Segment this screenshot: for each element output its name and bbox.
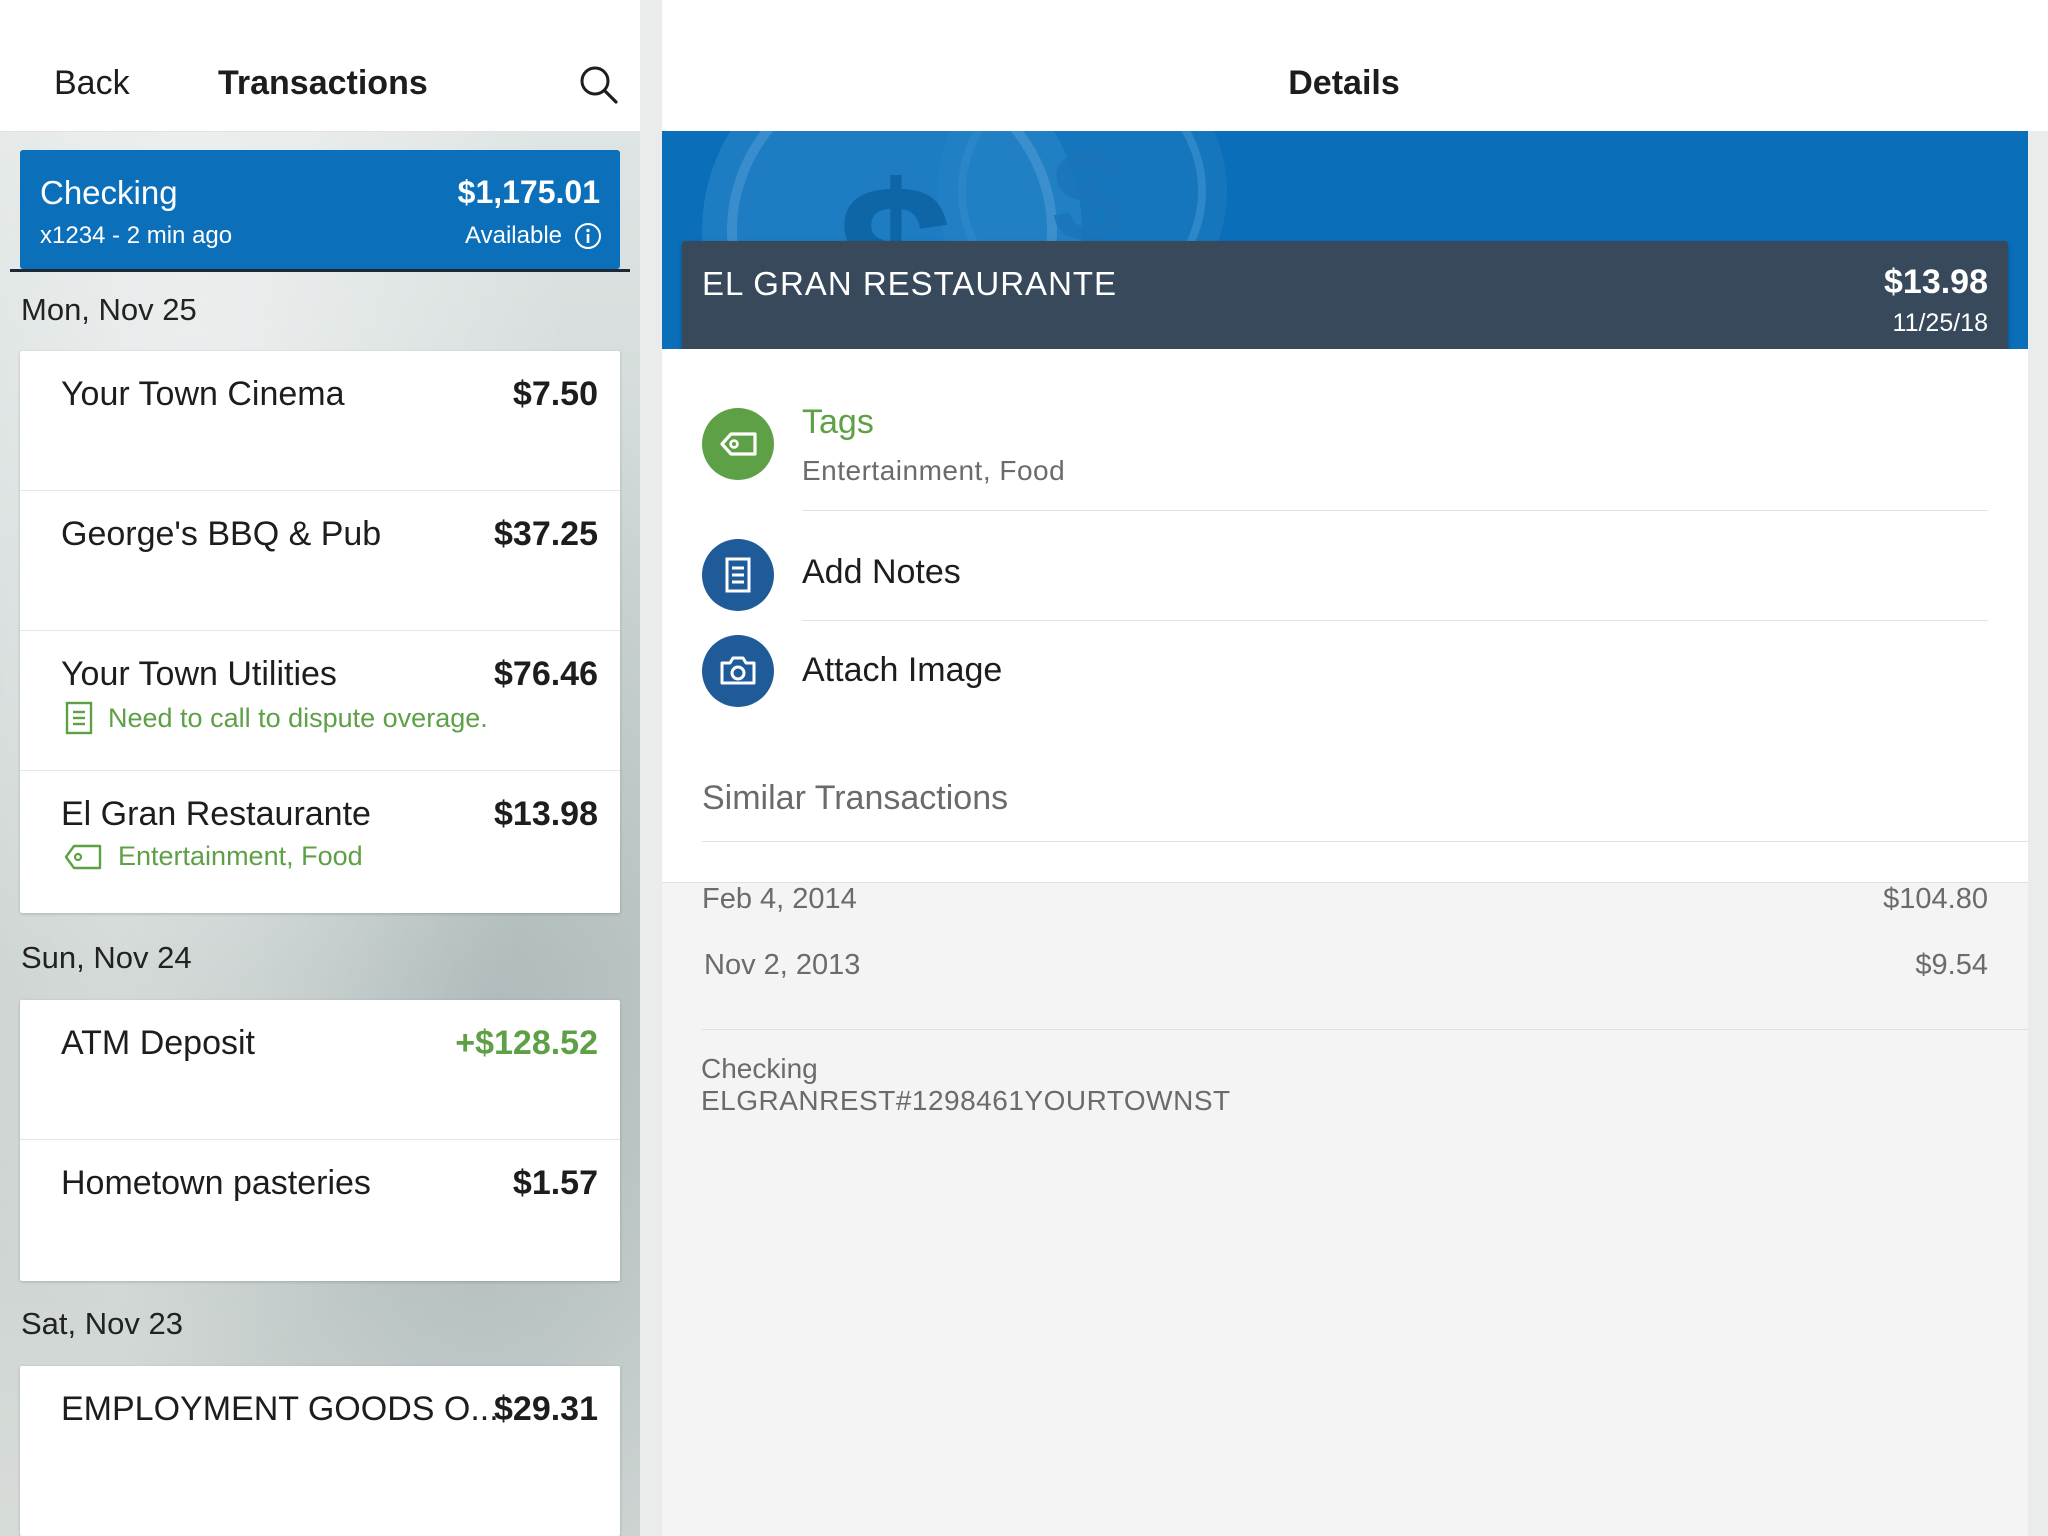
transaction-date: 11/25/18 [1892,309,1988,337]
info-icon[interactable] [574,222,602,250]
date-header: Sat, Nov 23 [21,1306,183,1341]
transaction-row[interactable]: ATM Deposit +$128.52 [20,1000,620,1140]
add-notes-label: Add Notes [802,553,961,591]
date-header: Mon, Nov 25 [21,292,197,327]
account-summary-card[interactable]: Checking $1,175.01 x1234 - 2 min ago Ava… [20,150,620,269]
add-notes-button[interactable]: Add Notes [702,529,1988,619]
transaction-group-card: EMPLOYMENT GOODS O... $29.31 [20,1366,620,1536]
account-balance: $1,175.01 [457,174,600,210]
separator [802,620,1988,621]
transaction-amount: $7.50 [512,375,598,413]
transaction-name: Your Town Cinema [61,375,345,413]
transactions-header: Back Transactions [0,0,640,132]
available-label: Available [465,222,562,249]
account-type: Checking [701,1053,818,1084]
transaction-name: El Gran Restaurante [61,795,371,833]
similar-transaction-amount: $9.54 [1915,949,1988,981]
transaction-row[interactable]: George's BBQ & Pub $37.25 [20,491,620,631]
account-card-underline [10,269,630,272]
transaction-tags-text: Entertainment, Food [118,841,363,871]
similar-transaction-row[interactable]: Nov 2, 2013 $9.54 [702,949,1988,999]
date-header: Sun, Nov 24 [21,940,192,975]
merchant-summary: EL GRAN RESTAURANTE $13.98 11/25/18 [682,241,2008,349]
transaction-name: Hometown pasteries [61,1164,371,1202]
note-icon [65,701,93,735]
merchant-name: EL GRAN RESTAURANTE [702,265,1118,302]
transaction-row[interactable]: El Gran Restaurante $13.98 Entertainment… [20,771,620,911]
transaction-row[interactable]: EMPLOYMENT GOODS O... $29.31 [20,1366,620,1506]
tag-icon [702,408,774,480]
tags-row[interactable]: Tags Entertainment, Food [702,399,1988,509]
transaction-amount: $76.46 [494,655,598,693]
transaction-name: EMPLOYMENT GOODS O... [61,1390,499,1428]
transaction-amount: +$128.52 [455,1024,598,1062]
transaction-tags: Entertainment, Food [64,841,363,872]
search-icon[interactable] [578,64,620,106]
notes-icon [702,539,774,611]
details-title: Details [1288,64,1400,102]
pane-divider [640,0,662,1536]
attach-image-button[interactable]: Attach Image [702,635,1988,731]
camera-icon [702,635,774,707]
account-name: Checking [40,174,178,211]
similar-transaction-row[interactable]: Feb 4, 2014 $104.80 [702,883,1988,933]
similar-transaction-date: Feb 4, 2014 [702,883,857,915]
transaction-group-card: Your Town Cinema $7.50 George's BBQ & Pu… [20,351,620,913]
separator [702,1029,2028,1030]
transaction-amount: $37.25 [494,515,598,553]
page-title: Transactions [218,64,428,102]
separator [802,510,1988,511]
details-panel: $ $ EL GRAN RESTAURANTE $13.98 11/25/18 … [662,131,2028,1536]
detail-banner: $ $ EL GRAN RESTAURANTE $13.98 11/25/18 [662,131,2028,349]
transaction-row[interactable]: Your Town Cinema $7.50 [20,351,620,491]
tag-icon [64,844,102,869]
separator [702,841,2028,842]
transactions-pane: Back Transactions Checking $1,175.01 x12… [0,0,640,1536]
right-gutter [2028,131,2048,1536]
transaction-row[interactable]: Hometown pasteries $1.57 [20,1140,620,1280]
transaction-note-text: Need to call to dispute overage. [108,702,488,733]
transaction-note: Need to call to dispute overage. [64,701,488,735]
transaction-name: ATM Deposit [61,1024,255,1062]
transaction-group-card: ATM Deposit +$128.52 Hometown pasteries … [20,1000,620,1281]
similar-transaction-date: Nov 2, 2013 [704,949,861,981]
transaction-name: Your Town Utilities [61,655,337,693]
account-number-updated: x1234 - 2 min ago [40,222,233,249]
similar-transactions-title: Similar Transactions [702,779,1009,817]
tags-value: Entertainment, Food [802,455,1066,486]
details-header: Details [662,0,2048,132]
similar-transaction-amount: $104.80 [1883,883,1988,915]
transaction-amount: $29.31 [494,1390,598,1428]
transaction-amount: $13.98 [494,795,598,833]
transaction-amount: $1.57 [512,1164,598,1202]
attach-image-label: Attach Image [802,651,1003,689]
merchant-amount: $13.98 [1884,263,1988,301]
back-button[interactable]: Back [54,64,130,103]
transaction-row[interactable]: Your Town Utilities $76.46 Need to call … [20,631,620,771]
transaction-name: George's BBQ & Pub [61,515,382,553]
transaction-description: ELGRANREST#1298461YOURTOWNST [701,1085,1231,1116]
tags-label: Tags [802,403,874,441]
